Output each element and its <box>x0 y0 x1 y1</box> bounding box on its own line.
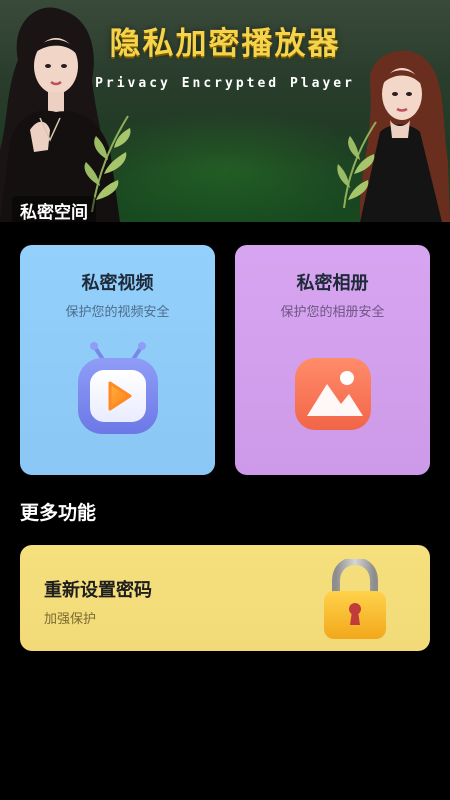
private-video-title: 私密视频 <box>81 273 154 294</box>
private-video-subtitle: 保护您的视频安全 <box>65 305 170 320</box>
private-album-subtitle: 保护您的相册安全 <box>280 305 385 320</box>
padlock-icon <box>324 559 386 639</box>
reset-password-card[interactable]: 重新设置密码 加强保护 <box>20 545 430 651</box>
more-functions-title: 更多功能 <box>20 502 97 524</box>
app-title: 隐私加密播放器 <box>109 26 341 62</box>
private-album-title: 私密相册 <box>296 273 369 294</box>
private-video-card[interactable]: 私密视频 保护您的视频安全 <box>20 245 215 475</box>
private-space-label: 私密空间 <box>12 196 96 222</box>
leaf-decoration-right <box>337 121 377 208</box>
image-album-icon <box>295 358 371 430</box>
private-album-card[interactable]: 私密相册 保护您的相册安全 <box>235 245 430 475</box>
app-subtitle: Privacy Encrypted Player <box>95 76 355 91</box>
reset-password-subtitle: 加强保护 <box>44 612 97 627</box>
tv-play-icon <box>78 342 158 434</box>
reset-password-title: 重新设置密码 <box>44 580 152 601</box>
hero-banner: 隐私加密播放器 Privacy Encrypted Player 私密空间 <box>0 0 450 222</box>
